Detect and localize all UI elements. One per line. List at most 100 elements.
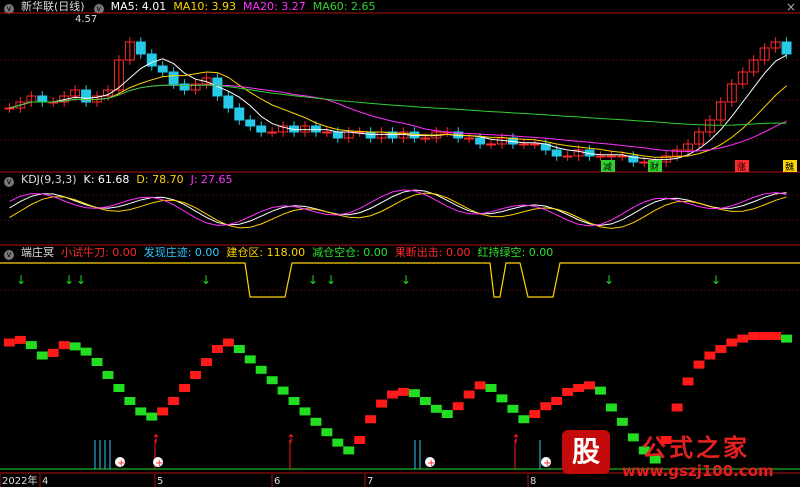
step-block: [80, 347, 92, 356]
ma5-line: [9, 54, 787, 161]
step-block: [474, 381, 486, 390]
step-block: [190, 371, 201, 379]
down-arrow-icon: ↓: [64, 273, 74, 287]
up-arrow-icon: ↑: [151, 432, 161, 446]
candle-body: [157, 65, 168, 73]
step-block: [704, 351, 716, 360]
step-block: [551, 397, 563, 405]
step-block: [419, 397, 431, 405]
candle-body: [617, 155, 628, 158]
candle-body: [310, 125, 321, 133]
step-block: [529, 410, 541, 418]
step-block: [562, 387, 574, 396]
step-block: [354, 436, 366, 444]
step-block: [211, 345, 223, 353]
step-block: [288, 397, 300, 405]
watermark-title: 公式之家: [642, 434, 750, 462]
step-block: [726, 338, 738, 347]
down-arrow-icon: ↓: [326, 273, 336, 287]
candle-body: [518, 143, 529, 146]
candle-body: [475, 137, 486, 145]
candle-body: [267, 131, 278, 134]
step-block: [540, 402, 552, 411]
candle-body: [420, 137, 431, 140]
x-axis-label: 6: [274, 476, 280, 487]
down-arrow-icon: ↓: [711, 273, 721, 287]
down-arrow-icon: ↓: [16, 273, 26, 287]
step-block: [507, 404, 519, 413]
step-block: [398, 387, 409, 396]
step-block: [266, 376, 278, 385]
step-block: [233, 345, 245, 353]
candle-body: [135, 41, 146, 55]
step-block: [693, 360, 705, 369]
step-block: [14, 335, 26, 344]
step-block: [47, 348, 59, 357]
up-arrow-icon: ↑: [286, 432, 296, 446]
candle-body: [332, 131, 343, 139]
step-block: [584, 381, 595, 390]
candle-body: [365, 131, 376, 139]
step-block: [616, 417, 628, 426]
down-arrow-icon: ↓: [201, 273, 211, 287]
step-block: [605, 403, 617, 412]
step-block: [737, 334, 749, 343]
step-block: [595, 386, 606, 395]
step-block: [430, 404, 442, 413]
candle-body: [529, 143, 540, 146]
step-block: [671, 403, 683, 412]
down-arrow-icon: ↓: [401, 273, 411, 287]
candle-body: [562, 155, 573, 158]
candle-body: [464, 137, 475, 140]
site-logo-icon: 股: [562, 430, 610, 474]
x-axis-label: 8: [530, 476, 536, 487]
ma60-line: [9, 84, 787, 126]
ma10-line: [9, 71, 787, 158]
x-axis-label: 2022年: [2, 474, 37, 487]
step-block: [441, 410, 453, 418]
candle-body: [551, 149, 562, 157]
ma20-line: [9, 84, 787, 153]
candle-body: [606, 155, 617, 158]
candle-body: [781, 41, 792, 55]
step-block: [759, 332, 771, 340]
watermark: 股 公式之家 www.gszj100.com: [560, 428, 800, 484]
candle-body: [212, 77, 223, 97]
candle-body: [234, 107, 245, 121]
step-block: [124, 397, 136, 405]
step-block: [58, 341, 70, 350]
step-block: [25, 341, 37, 350]
step-block: [222, 338, 234, 347]
step-block: [113, 384, 125, 392]
step-block: [452, 402, 464, 411]
step-block: [91, 358, 103, 366]
step-block: [715, 345, 727, 353]
candle-body: [37, 95, 48, 103]
step-block: [408, 389, 420, 398]
signal-label: 减: [603, 161, 612, 173]
chart-canvas[interactable]: 4.57减财涨魏↓ ↓ ↓ ↓ ↓ ↓ ↓ ↓ ↓↑ ↑ ↑+ + + +2022年 4 5 6 7 8: [0, 0, 800, 487]
step-block: [299, 407, 311, 416]
x-axis-label: 4: [42, 476, 48, 487]
step-block: [36, 351, 48, 360]
candle-body: [245, 119, 256, 127]
high-price-label: 4.57: [75, 14, 97, 25]
step-block: [168, 397, 180, 405]
candle-body: [486, 143, 496, 146]
signal-label: 涨: [737, 162, 746, 173]
step-block: [748, 332, 760, 340]
x-axis-label: 5: [157, 476, 163, 487]
kdj-k-line: [9, 189, 787, 226]
plus-marker-icon: +: [117, 458, 125, 469]
candle-body: [256, 125, 267, 133]
x-axis-label: 7: [367, 476, 373, 487]
step-block: [343, 446, 355, 455]
step-block: [179, 384, 191, 392]
step-block: [146, 412, 158, 421]
step-block: [518, 415, 530, 424]
candle-body: [223, 95, 234, 109]
step-block: [496, 394, 508, 403]
plus-marker-icon: +: [427, 458, 435, 469]
watermark-url: www.gszj100.com: [622, 462, 774, 480]
step-block: [463, 390, 475, 399]
